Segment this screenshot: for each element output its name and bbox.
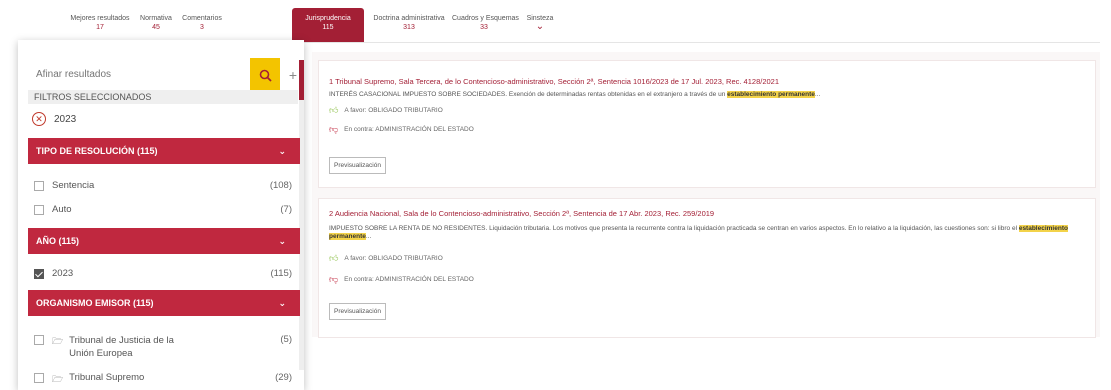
checkbox[interactable] <box>34 269 44 279</box>
section-title: ORGANISMO EMISOR (115) <box>36 298 154 308</box>
preview-button[interactable]: Previsualización <box>329 303 386 320</box>
result-desc-text: INTERÉS CASACIONAL IMPUESTO SOBRE SOCIED… <box>329 91 726 98</box>
option-count: (7) <box>280 204 292 215</box>
tab-normativa[interactable]: Normativa 45 <box>136 8 176 42</box>
result-item: 1 Tribunal Supremo, Sala Tercera, de lo … <box>318 60 1096 188</box>
option-label: Sentencia <box>52 180 95 191</box>
sidebar-scrollbar[interactable] <box>299 60 304 370</box>
tab-cuadros[interactable]: Cuadros y Esquemas 33 <box>452 8 519 42</box>
result-desc-end: ... <box>365 233 372 240</box>
filter-option[interactable]: 🗁︎ Tribunal Supremo (29) <box>34 372 292 388</box>
tab-count: 115 <box>322 24 334 31</box>
thumbs-down-icon: 👎︎ <box>329 124 339 134</box>
search-icon <box>259 69 272 82</box>
thumbs-down-icon: 👎︎ <box>329 274 339 284</box>
tab-jurisprudencia[interactable]: Jurisprudencia 115 <box>292 8 364 42</box>
chevron-down-icon: ⌄ <box>278 236 286 246</box>
favor-text: A favor: OBLIGADO TRIBUTARIO <box>344 255 443 262</box>
option-count: (115) <box>270 268 292 279</box>
chevron-down-icon: ⌄ <box>278 146 286 156</box>
thumbs-up-icon: 👍︎ <box>329 253 339 263</box>
tab-count: 45 <box>152 24 160 31</box>
tab-label: Comentarios <box>182 15 222 22</box>
result-title-text: 1 Tribunal Supremo, Sala Tercera, de lo … <box>329 77 780 86</box>
tab-label: Jurisprudencia <box>305 15 351 22</box>
result-contra: 👎︎ En contra: ADMINISTRACIÓN DEL ESTADO <box>329 274 474 285</box>
section-title: TIPO DE RESOLUCIÓN (115) <box>36 146 158 156</box>
contra-text: En contra: ADMINISTRACIÓN DEL ESTADO <box>344 276 474 283</box>
checkbox[interactable] <box>34 205 44 215</box>
result-desc-end: ... <box>814 91 821 98</box>
result-contra: 👎︎ En contra: ADMINISTRACIÓN DEL ESTADO <box>329 124 474 135</box>
tab-label: Mejores resultados <box>70 15 130 22</box>
favor-text: A favor: OBLIGADO TRIBUTARIO <box>344 107 443 114</box>
scrollbar-thumb[interactable] <box>299 60 304 100</box>
result-description: IMPUESTO SOBRE LA RENTA DE NO RESIDENTES… <box>329 225 1089 241</box>
remove-filter-icon[interactable]: ✕ <box>32 112 46 126</box>
tab-comentarios[interactable]: Comentarios 3 <box>180 8 224 42</box>
result-item: 2 Audiencia Nacional, Sala de lo Contenc… <box>318 198 1096 338</box>
option-count: (5) <box>280 334 292 345</box>
refine-search-input[interactable] <box>28 58 248 92</box>
result-description: INTERÉS CASACIONAL IMPUESTO SOBRE SOCIED… <box>329 91 1089 99</box>
filter-option[interactable]: Auto (7) <box>34 204 292 215</box>
chevron-down-icon: ⌄ <box>535 21 545 32</box>
plus-icon: + <box>288 67 298 83</box>
checkbox[interactable] <box>34 335 44 345</box>
tab-label: Normativa <box>140 15 172 22</box>
option-label: Auto <box>52 204 72 215</box>
folder-icon: 🗁︎ <box>52 374 64 384</box>
filter-option[interactable]: Sentencia (108) <box>34 180 292 191</box>
result-desc-text: IMPUESTO SOBRE LA RENTA DE NO RESIDENTES… <box>329 225 1018 232</box>
result-favor: 👍︎ A favor: OBLIGADO TRIBUTARIO <box>329 105 443 116</box>
tab-label: Cuadros y Esquemas <box>452 15 519 22</box>
tab-count: 33 <box>480 24 488 31</box>
results-tabs: Mejores resultados 17 Normativa 45 Comen… <box>70 8 1100 43</box>
search-button[interactable] <box>250 58 280 92</box>
result-highlight: establecimiento permanente <box>727 91 815 98</box>
filter-option[interactable]: 🗁︎ Tribunal de Justicia de la Unión Euro… <box>34 334 292 360</box>
option-count: (29) <box>275 372 292 383</box>
result-title[interactable]: 1 Tribunal Supremo, Sala Tercera, de lo … <box>329 77 779 86</box>
option-label: 2023 <box>52 268 74 279</box>
checkbox[interactable] <box>34 373 44 383</box>
result-favor: 👍︎ A favor: OBLIGADO TRIBUTARIO <box>329 253 443 264</box>
section-anio[interactable]: AÑO (115) ⌄ <box>28 228 300 254</box>
tab-count: 313 <box>403 24 415 31</box>
selected-filter-chip: ✕ 2023 <box>32 112 76 126</box>
selected-filters-title: FILTROS SELECCIONADOS <box>28 90 298 104</box>
tab-doctrina[interactable]: Doctrina administrativa 313 <box>370 8 448 42</box>
checkbox[interactable] <box>34 181 44 191</box>
thumbs-up-icon: 👍︎ <box>329 105 339 115</box>
option-label: Tribunal de Justicia de la Unión Europea <box>69 335 174 359</box>
tab-sinsteza[interactable]: Sinsteza ⌄ <box>522 8 558 42</box>
selected-filter-label: 2023 <box>54 113 77 125</box>
option-count: (108) <box>269 180 292 191</box>
section-title: AÑO (115) <box>36 236 80 246</box>
result-title-text: 2 Audiencia Nacional, Sala de lo Contenc… <box>329 209 715 218</box>
section-organismo-emisor[interactable]: ORGANISMO EMISOR (115) ⌄ <box>28 290 300 316</box>
option-label: Tribunal Supremo <box>69 372 145 383</box>
folder-icon: 🗁︎ <box>52 336 64 346</box>
tab-label: Doctrina administrativa <box>373 15 445 22</box>
preview-button[interactable]: Previsualización <box>329 157 386 174</box>
contra-text: En contra: ADMINISTRACIÓN DEL ESTADO <box>344 126 474 133</box>
filter-sidebar: + FILTROS SELECCIONADOS ✕ 2023 TIPO DE R… <box>18 40 304 390</box>
section-tipo-resolucion[interactable]: TIPO DE RESOLUCIÓN (115) ⌄ <box>28 138 300 164</box>
refine-search: + <box>28 58 297 92</box>
filter-option[interactable]: 2023 (115) <box>34 268 292 279</box>
tab-count: 17 <box>96 24 104 31</box>
tab-mejores-resultados[interactable]: Mejores resultados 17 <box>70 8 130 42</box>
tab-count: 3 <box>200 24 204 31</box>
result-title[interactable]: 2 Audiencia Nacional, Sala de lo Contenc… <box>329 209 714 218</box>
chevron-down-icon: ⌄ <box>278 298 286 308</box>
